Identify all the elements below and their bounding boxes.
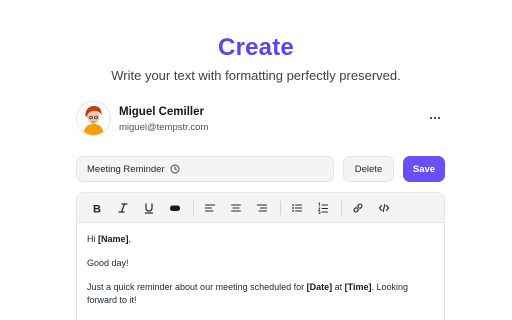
user-info: Miguel Cemiller miguel@tempstr.com <box>119 104 208 134</box>
title-input[interactable]: Meeting Reminder <box>76 156 334 182</box>
align-right-icon[interactable] <box>252 198 272 218</box>
numbered-list-icon[interactable] <box>313 198 333 218</box>
link-icon[interactable] <box>348 198 368 218</box>
svg-text:B: B <box>93 203 101 214</box>
template-variable: [Date] <box>306 282 333 292</box>
bold-icon[interactable]: B <box>87 198 107 218</box>
save-button[interactable]: Save <box>403 156 445 182</box>
template-variable: [Time] <box>344 282 372 292</box>
user-name: Miguel Cemiller <box>119 105 204 118</box>
rich-text-editor[interactable]: B Hi [Name], Good day! Just a quick remi… <box>76 192 445 320</box>
title-input-value: Meeting Reminder <box>87 163 165 175</box>
avatar-illustration-icon <box>77 102 110 135</box>
highlight-icon[interactable] <box>165 198 185 218</box>
avatar <box>76 101 111 136</box>
content-line: Good day! <box>87 258 129 268</box>
more-horizontal-icon[interactable] <box>428 111 442 125</box>
user-header: Miguel Cemiller miguel@tempstr.com <box>76 101 208 136</box>
underline-icon[interactable] <box>139 198 159 218</box>
page-subtitle: Write your text with formatting perfectl… <box>111 68 401 83</box>
content-line: Hi [Name], <box>87 234 132 244</box>
editor-content[interactable]: Hi [Name], Good day! Just a quick remind… <box>77 223 444 307</box>
align-left-icon[interactable] <box>200 198 220 218</box>
toolbar-divider <box>280 200 281 215</box>
code-icon[interactable] <box>374 198 394 218</box>
delete-button[interactable]: Delete <box>343 156 394 182</box>
content-line: Just a quick reminder about our meeting … <box>87 282 409 305</box>
user-email: miguel@tempstr.com <box>119 121 209 133</box>
editor-toolbar: B <box>77 193 444 223</box>
clock-icon <box>170 164 180 174</box>
bullet-list-icon[interactable] <box>287 198 307 218</box>
italic-icon[interactable] <box>113 198 133 218</box>
toolbar-divider <box>341 200 342 215</box>
align-center-icon[interactable] <box>226 198 246 218</box>
page-title: Create <box>218 34 294 61</box>
toolbar-divider <box>193 200 194 215</box>
template-variable: [Name] <box>98 234 129 244</box>
